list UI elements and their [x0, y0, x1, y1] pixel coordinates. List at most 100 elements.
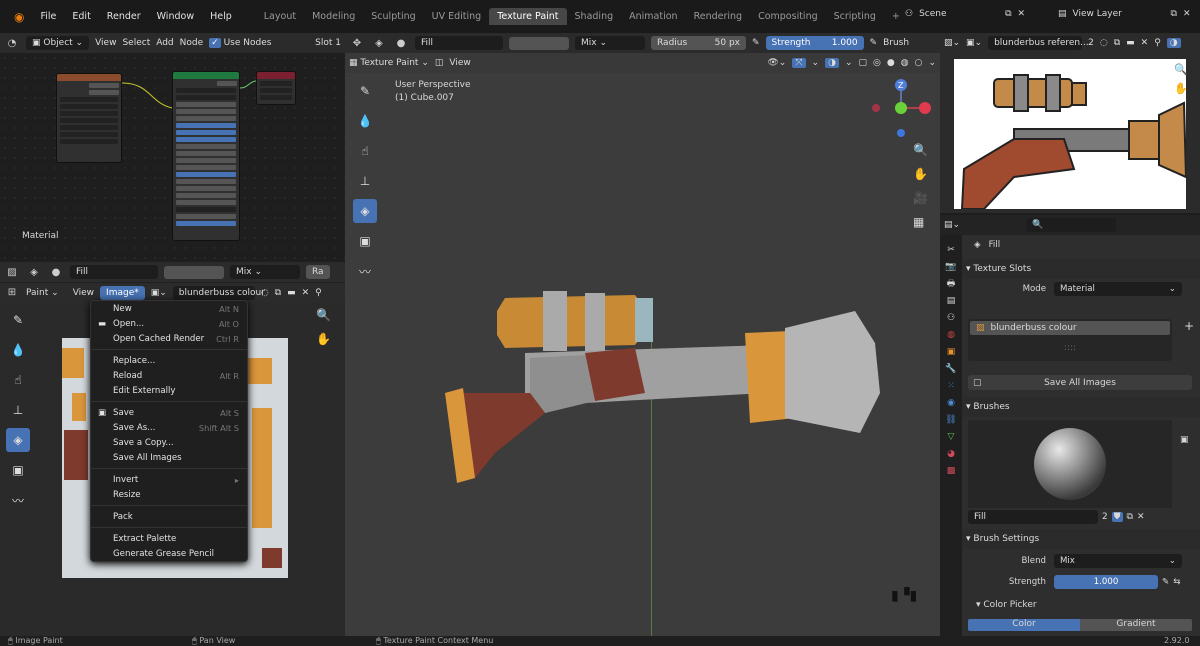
shading-solid-icon[interactable]: ●	[887, 58, 895, 68]
tab-rendering[interactable]: Rendering	[686, 8, 751, 25]
clone-tool-icon[interactable]: ⊥	[6, 398, 30, 422]
mask-tool-icon[interactable]: ▣	[6, 458, 30, 482]
mode-dropdown[interactable]: Material ⌄	[1054, 282, 1182, 296]
slot-list-resize[interactable]: ::::	[968, 343, 1172, 353]
menu-item-save-all-images[interactable]: Save All Images	[91, 450, 247, 465]
tab-compositing[interactable]: Compositing	[750, 8, 826, 25]
reference-image-editor[interactable]: ▨⌄ ▣⌄ blunderbus referen... 2 ◌ ⧉ ▬ ✕ ⚲ …	[940, 33, 1200, 213]
navigation-gizmo[interactable]: Z	[867, 77, 937, 141]
physics-tab-icon[interactable]: ◉	[944, 396, 958, 410]
ref-image-name[interactable]: blunderbus referen...	[988, 36, 1089, 50]
brush-copy-icon[interactable]: ⧉	[1127, 512, 1133, 522]
output-tab-icon[interactable]: 🖶	[944, 277, 958, 291]
vp-fill-tool-icon[interactable]: ◈	[353, 199, 377, 223]
node-menu-select[interactable]: Select	[122, 38, 150, 48]
menu-item-generate-grease-pencil[interactable]: Generate Grease Pencil	[91, 546, 247, 561]
radius-slider[interactable]: Radius 50 px	[651, 36, 746, 50]
view-layer-close-icon[interactable]: ✕	[1183, 9, 1191, 19]
vp-blend-dropdown[interactable]: Mix ⌄	[575, 36, 645, 50]
image-name-field[interactable]: blunderbuss colour	[172, 285, 265, 300]
tool-tab-icon[interactable]: ✂	[944, 243, 958, 257]
color-picker-panel[interactable]: ▾ Color Picker	[976, 595, 1037, 615]
ref-editor-type-icon[interactable]: ▨⌄	[944, 38, 960, 48]
menu-item-open[interactable]: ▬ Open... Alt O	[91, 316, 247, 331]
menu-file[interactable]: File	[32, 11, 64, 22]
xray-icon[interactable]: ▢	[859, 58, 868, 68]
shading-wireframe-icon[interactable]: ◎	[873, 58, 881, 68]
tab-sculpting[interactable]: Sculpting	[363, 8, 423, 25]
blunderbuss-model[interactable]	[435, 283, 905, 483]
node-menu-view[interactable]: View	[95, 38, 116, 48]
vp-mask-tool-icon[interactable]: ▣	[353, 229, 377, 253]
image-editor-type-icon[interactable]: ▨	[4, 264, 20, 280]
shading-options-icon[interactable]: ⌄	[928, 58, 936, 68]
brush-settings-panel[interactable]: ▾ Brush Settings	[962, 529, 1200, 549]
strength-slider[interactable]: Strength 1.000	[765, 36, 864, 50]
image-radius-field[interactable]: Ra	[306, 265, 330, 279]
vp-brush-name[interactable]: Fill	[415, 36, 503, 50]
blender-logo-icon[interactable]: ◉	[6, 10, 32, 24]
fake-user-icon[interactable]: ◌	[261, 288, 269, 298]
use-nodes-checkbox[interactable]: ✓ Use Nodes	[209, 38, 271, 48]
texture-slot-item[interactable]: ▨ blunderbuss colour	[970, 321, 1170, 335]
slot-dropdown[interactable]: Slot 1	[315, 38, 341, 48]
vp-brush-color[interactable]	[509, 36, 569, 50]
menu-item-open-cached-render[interactable]: Open Cached Render Ctrl R	[91, 331, 247, 346]
tab-modeling[interactable]: Modeling	[304, 8, 363, 25]
texture-paint-mode-dropdown[interactable]: ▦ Texture Paint ⌄	[349, 58, 429, 68]
image-texture-node[interactable]	[56, 73, 122, 163]
scene-name[interactable]: Scene	[919, 9, 999, 19]
vp-pan-icon[interactable]: ✋	[913, 167, 928, 181]
strength-dup-icon[interactable]: ⇆	[1173, 577, 1180, 587]
menu-render[interactable]: Render	[99, 11, 149, 22]
scene-copy-icon[interactable]: ⧉	[1005, 9, 1011, 19]
strength-pressure-icon[interactable]: ✎	[870, 38, 878, 48]
tab-animation[interactable]: Animation	[621, 8, 685, 25]
object-mode-dropdown[interactable]: ▣ Object ⌄	[26, 36, 90, 50]
ref-fake-user-icon[interactable]: ◌	[1100, 38, 1108, 48]
view-layer-tab-icon[interactable]: ▤	[944, 294, 958, 308]
modifier-tab-icon[interactable]: 🔧	[944, 362, 958, 376]
brush-sphere-icon[interactable]: ●	[48, 264, 64, 280]
particles-tab-icon[interactable]: ⁙	[944, 379, 958, 393]
visibility-icon[interactable]: 👁⌄	[767, 58, 786, 68]
shading-rendered-icon[interactable]: ○	[915, 58, 923, 68]
ref-new-icon[interactable]: ⧉	[1114, 38, 1120, 48]
vp-zoom-icon[interactable]: 🔍	[913, 143, 928, 157]
annotate-tool-icon[interactable]: 〰	[6, 488, 30, 512]
brush-name-field[interactable]: Fill	[968, 510, 1098, 524]
menu-item-invert[interactable]: Invert ▸	[91, 472, 247, 487]
brush-browse-icon[interactable]: ▣	[1180, 435, 1189, 445]
texture-slots-panel[interactable]: ▾ Texture Slots	[962, 259, 1200, 279]
scene-tab-icon[interactable]: ⚇	[944, 311, 958, 325]
material-output-node[interactable]	[256, 71, 296, 105]
radius-pressure-icon[interactable]: ✎	[752, 38, 760, 48]
tab-scripting[interactable]: Scripting	[826, 8, 884, 25]
vp-annotate-tool-icon[interactable]: 〰	[353, 259, 377, 283]
unlink-image-icon[interactable]: ✕	[302, 288, 310, 298]
vp-brush-sphere-icon[interactable]: ●	[393, 35, 409, 51]
transform-tool-icon[interactable]: ✥	[349, 35, 365, 51]
texture-tab-icon[interactable]: ▩	[944, 464, 958, 478]
view-layer-icon[interactable]: ▤	[1058, 9, 1067, 19]
strength-pen-icon[interactable]: ✎	[1162, 577, 1169, 587]
principled-bsdf-node[interactable]	[172, 71, 240, 241]
ref-pin-icon[interactable]: ⚲	[1154, 38, 1161, 48]
pin-icon[interactable]: ⚲	[315, 288, 322, 298]
vp-clone-tool-icon[interactable]: ⊥	[353, 169, 377, 193]
node-canvas[interactable]: Material	[0, 53, 345, 262]
3d-viewport[interactable]: ✥ ◈ ● Fill Mix ⌄ Radius 50 px ✎ Strength 1…	[345, 33, 940, 636]
brush-fake-user-icon[interactable]: ⛊	[1111, 512, 1123, 522]
ref-open-icon[interactable]: ▬	[1126, 38, 1135, 48]
vp-view-menu[interactable]: View	[449, 58, 470, 68]
color-tab[interactable]: Color	[968, 619, 1080, 631]
image-menu-image[interactable]: Image*	[100, 285, 145, 300]
image-menu-view[interactable]: View	[73, 288, 94, 298]
brushes-panel[interactable]: ▾ Brushes	[962, 397, 1200, 417]
material-tab-icon[interactable]: ◕	[944, 447, 958, 461]
paint-mode-dropdown[interactable]: Paint ⌄	[26, 288, 59, 298]
tab-texture-paint[interactable]: Texture Paint	[489, 8, 567, 25]
shading-material-icon[interactable]: ◍	[901, 58, 909, 68]
vp-grid-icon[interactable]: ▦	[913, 215, 928, 229]
vp-smear-tool-icon[interactable]: ☝	[353, 139, 377, 163]
